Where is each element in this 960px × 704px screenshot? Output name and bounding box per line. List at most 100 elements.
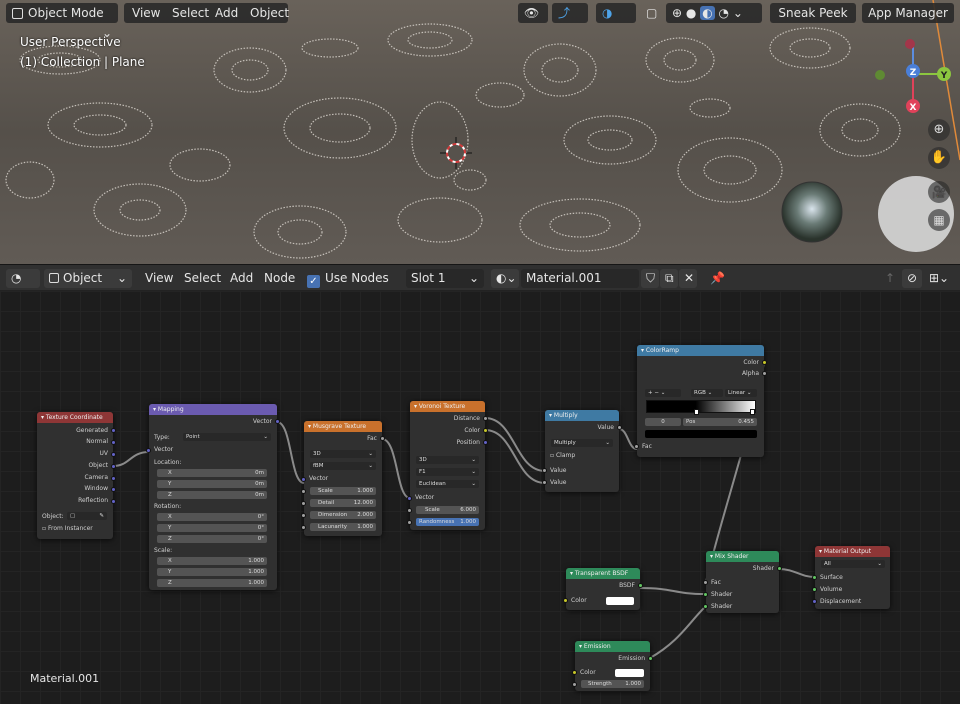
dimension-dropdown[interactable]: 3D ⌄ xyxy=(310,450,376,458)
stop-position-field[interactable]: Pos 0.455 xyxy=(683,418,757,426)
color-swatch[interactable] xyxy=(606,597,634,605)
node-menu-view[interactable]: View xyxy=(140,269,178,288)
socket[interactable] xyxy=(111,440,116,445)
socket[interactable] xyxy=(572,682,577,687)
location-z-field[interactable]: Z 0m xyxy=(157,491,267,499)
mode-dropdown[interactable]: Object Mode ⌄ xyxy=(6,3,118,40)
solid-shading-icon[interactable]: ● xyxy=(686,6,696,20)
mapping-node[interactable]: ▾ Mapping Vector Type: Point ⌄ Vector Loc… xyxy=(146,404,280,590)
socket[interactable] xyxy=(703,604,708,609)
socket[interactable] xyxy=(111,428,116,433)
material-output-node[interactable]: ▾ Material Output All ⌄ Surface Volume Di… xyxy=(812,546,890,609)
socket[interactable] xyxy=(380,436,385,441)
socket[interactable] xyxy=(301,513,306,518)
material-shading-icon[interactable]: ◐ xyxy=(700,6,715,20)
menu-select[interactable]: Select xyxy=(166,3,215,23)
socket[interactable] xyxy=(634,444,639,449)
rotation-y-field[interactable]: Y 0° xyxy=(157,524,267,532)
detail-field[interactable]: Detail 12.000 xyxy=(310,499,376,507)
scale-field[interactable]: Scale 1.000 xyxy=(310,487,376,495)
ramp-stop-handle[interactable] xyxy=(750,409,755,415)
scale-y-field[interactable]: Y 1.000 xyxy=(157,568,267,576)
gizmo-toggle[interactable]: ⤴ xyxy=(552,3,588,23)
target-dropdown[interactable]: All ⌄ xyxy=(821,560,885,568)
pin-icon[interactable]: 📌 xyxy=(705,269,725,288)
editor-type-dropdown[interactable]: ◔ ⌄ xyxy=(6,269,40,304)
clamp-checkbox[interactable]: ▫ Clamp xyxy=(545,451,619,460)
musgrave-type-dropdown[interactable]: fBM ⌄ xyxy=(310,462,376,470)
socket[interactable] xyxy=(617,425,622,430)
from-instancer-checkbox[interactable]: ▫ From Instancer xyxy=(37,524,113,533)
socket[interactable] xyxy=(777,566,782,571)
app-manager-button[interactable]: App Manager xyxy=(862,3,954,23)
socket[interactable] xyxy=(812,599,817,604)
visibility-dropdown[interactable]: 👁 xyxy=(518,3,548,23)
feature-dropdown[interactable]: F1 ⌄ xyxy=(416,468,479,476)
grid-view-icon[interactable]: ▦ xyxy=(928,209,950,231)
zoom-icon[interactable]: ⊕ xyxy=(928,119,950,141)
unlink-close-icon[interactable]: ✕ xyxy=(679,269,697,288)
socket[interactable] xyxy=(483,440,488,445)
camera-icon[interactable]: 🎥 xyxy=(928,181,950,203)
menu-object[interactable]: Object xyxy=(244,3,295,23)
socket[interactable] xyxy=(542,480,547,485)
socket[interactable] xyxy=(407,508,412,513)
socket[interactable] xyxy=(275,419,280,424)
socket[interactable] xyxy=(572,670,577,675)
wireframe-shading-icon[interactable]: ⊕ xyxy=(672,6,682,20)
color-mode-dropdown[interactable]: RGB ⌄ xyxy=(691,389,723,397)
socket[interactable] xyxy=(301,477,306,482)
node-menu-add[interactable]: Add xyxy=(225,269,258,288)
socket[interactable] xyxy=(703,580,708,585)
randomness-field[interactable]: Randomness 1.000 xyxy=(416,518,479,526)
xray-toggle[interactable]: ▢ xyxy=(640,3,660,23)
socket[interactable] xyxy=(812,575,817,580)
rotation-x-field[interactable]: X 0° xyxy=(157,513,267,521)
multiply-math-node[interactable]: ▾ Multiply Value Multiply ⌄ ▫ Clamp Value… xyxy=(542,410,622,492)
socket[interactable] xyxy=(111,464,116,469)
ramp-add-remove-buttons[interactable]: + − ⌄ xyxy=(645,389,681,397)
scale-x-field[interactable]: X 1.000 xyxy=(157,557,267,565)
stop-color-swatch[interactable] xyxy=(645,430,757,438)
stop-index-field[interactable]: 0 xyxy=(645,418,681,426)
socket[interactable] xyxy=(703,592,708,597)
socket[interactable] xyxy=(146,448,151,453)
overlay-toggle[interactable]: ◑ xyxy=(596,3,636,23)
lacunarity-field[interactable]: Lacunarity 1.000 xyxy=(310,523,376,531)
socket[interactable] xyxy=(483,428,488,433)
pan-hand-icon[interactable]: ✋ xyxy=(928,147,950,169)
node-editor[interactable]: ▾ Texture Coordinate Generated Normal UV… xyxy=(0,291,960,704)
color-ramp-gradient[interactable] xyxy=(646,400,756,413)
socket[interactable] xyxy=(638,583,643,588)
slot-dropdown[interactable]: Slot 1 ⌄ xyxy=(406,269,484,288)
texture-coordinate-node[interactable]: ▾ Texture Coordinate Generated Normal UV… xyxy=(37,412,116,539)
duplicate-material-icon[interactable]: ⧉ xyxy=(660,269,678,288)
mix-shader-node[interactable]: ▾ Mix Shader Shader Fac Shader Shader xyxy=(703,551,782,613)
socket[interactable] xyxy=(407,496,412,501)
rotation-z-field[interactable]: Z 0° xyxy=(157,535,267,543)
socket[interactable] xyxy=(301,525,306,530)
menu-view[interactable]: View xyxy=(126,3,166,23)
socket[interactable] xyxy=(111,476,116,481)
dimension-dropdown[interactable]: 3D ⌄ xyxy=(416,456,479,464)
menu-add[interactable]: Add xyxy=(209,3,244,23)
material-browse-dropdown[interactable]: ◐⌄ xyxy=(491,269,519,288)
location-y-field[interactable]: Y 0m xyxy=(157,480,267,488)
distance-metric-dropdown[interactable]: Euclidean ⌄ xyxy=(416,480,479,488)
fake-user-shield-icon[interactable]: ⛉ xyxy=(641,269,659,288)
use-nodes-toggle[interactable]: ✓ Use Nodes xyxy=(302,269,394,288)
ramp-stop-handle[interactable] xyxy=(694,409,699,415)
node-menu-select[interactable]: Select xyxy=(179,269,226,288)
navigation-gizmo[interactable]: Z Y X xyxy=(870,34,960,118)
snap-toggle-icon[interactable]: ⊘ xyxy=(902,269,922,288)
3d-viewport[interactable]: Object Mode ⌄ View Select Add Object 👁 ⤴ … xyxy=(0,0,960,264)
object-picker-field[interactable]: ▢ ✎ xyxy=(67,512,107,520)
socket[interactable] xyxy=(301,501,306,506)
operation-dropdown[interactable]: Multiply ⌄ xyxy=(551,439,613,447)
socket[interactable] xyxy=(762,371,767,376)
strength-field[interactable]: Strength 1.000 xyxy=(581,680,644,688)
material-name-field[interactable]: Material.001 xyxy=(521,269,639,288)
chevron-down-icon[interactable]: ⌄ xyxy=(733,6,743,20)
interpolation-dropdown[interactable]: Linear ⌄ xyxy=(725,389,757,397)
socket[interactable] xyxy=(648,656,653,661)
